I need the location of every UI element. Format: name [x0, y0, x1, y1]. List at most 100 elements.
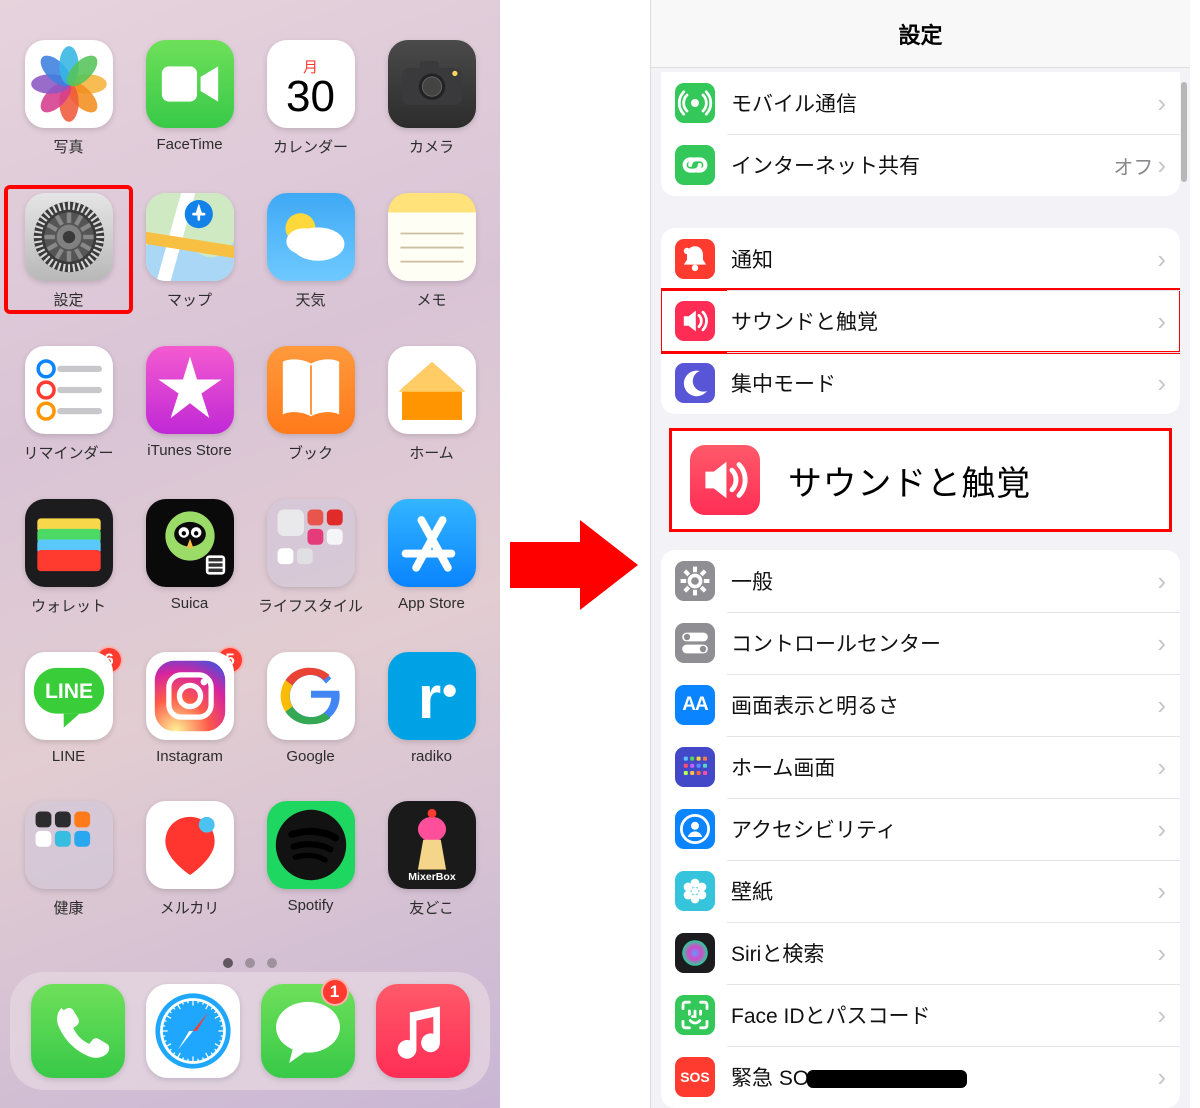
line-app[interactable]: 6LINELINE	[8, 652, 129, 765]
reminders-app[interactable]: リマインダー	[8, 346, 129, 463]
faceid-row[interactable]: Face IDとパスコード›	[661, 984, 1180, 1046]
calendar-app[interactable]: 月30カレンダー	[250, 40, 371, 157]
row-value: オフ	[1113, 151, 1153, 180]
health-folder[interactable]: 健康	[8, 801, 129, 918]
radiko-app[interactable]: rradiko	[371, 652, 492, 765]
app-label: カレンダー	[273, 136, 348, 157]
home-app[interactable]: ホーム	[371, 346, 492, 463]
lifestyle-folder[interactable]: ライフスタイル	[250, 499, 371, 616]
chevron-right-icon: ›	[1157, 150, 1166, 181]
sounds-callout: サウンドと触覚	[669, 428, 1172, 532]
weather-app-icon	[267, 193, 355, 281]
app-label: 天気	[295, 289, 325, 310]
row-label: インターネット共有	[731, 150, 1113, 180]
home-screen: 写真 FaceTime 月30カレンダーカメラ設定 マップ天気 メモリマインダー iTun…	[0, 0, 500, 1108]
row-label: 緊急 SO	[731, 1062, 1157, 1092]
app-label: FaceTime	[156, 136, 222, 153]
messages-app[interactable]: 1	[261, 984, 355, 1078]
home-screen-row[interactable]: ホーム画面›	[661, 736, 1180, 798]
chevron-right-icon: ›	[1157, 876, 1166, 907]
health-folder-icon	[25, 801, 113, 889]
camera-app-icon	[388, 40, 476, 128]
row-label: 一般	[731, 566, 1157, 596]
chevron-right-icon: ›	[1157, 244, 1166, 275]
itunes-store-app[interactable]: iTunes Store	[129, 346, 250, 463]
maps-app[interactable]: マップ	[129, 193, 250, 310]
app-label: ホーム	[409, 442, 454, 463]
safari-app-icon	[146, 984, 240, 1078]
siri-row-icon	[675, 933, 715, 973]
chevron-right-icon: ›	[1157, 88, 1166, 119]
safari-app[interactable]	[146, 984, 240, 1078]
svg-text:LINE: LINE	[44, 680, 92, 703]
siri-row[interactable]: Siriと検索›	[661, 922, 1180, 984]
appstore-app[interactable]: App Store	[371, 499, 492, 616]
maps-app-icon	[146, 193, 234, 281]
control-center-row[interactable]: コントロールセンター›	[661, 612, 1180, 674]
reminders-app-icon	[25, 346, 113, 434]
notifications-row-icon	[675, 239, 715, 279]
camera-app[interactable]: カメラ	[371, 40, 492, 157]
page-dot	[223, 958, 233, 968]
sos-row[interactable]: SOS緊急 SO›	[661, 1046, 1180, 1108]
arrow-icon	[510, 510, 640, 620]
phone-app[interactable]	[31, 984, 125, 1078]
accessibility-row[interactable]: アクセシビリティ›	[661, 798, 1180, 860]
home-app-icon	[388, 346, 476, 434]
books-app[interactable]: ブック	[250, 346, 371, 463]
spotify-app[interactable]: Spotify	[250, 801, 371, 918]
mercari-app[interactable]: メルカリ	[129, 801, 250, 918]
row-label: モバイル通信	[731, 88, 1157, 118]
wallpaper-row[interactable]: 壁紙›	[661, 860, 1180, 922]
instagram-app[interactable]: 5Instagram	[129, 652, 250, 765]
row-label: サウンドと触覚	[731, 306, 1157, 336]
chevron-right-icon: ›	[1157, 1062, 1166, 1093]
radiko-app-icon: r	[388, 652, 476, 740]
display-row[interactable]: AA画面表示と明るさ›	[661, 674, 1180, 736]
app-label: 健康	[53, 897, 83, 918]
app-label: メモ	[416, 289, 446, 310]
callout-label: サウンドと触覚	[788, 456, 1031, 505]
cellular-row[interactable]: モバイル通信›	[661, 72, 1180, 134]
mixerbox-app-icon: MixerBox	[388, 801, 476, 889]
app-label: Instagram	[156, 748, 223, 765]
google-app[interactable]: Google	[250, 652, 371, 765]
row-label: Siriと検索	[731, 938, 1157, 968]
notes-app-icon	[388, 193, 476, 281]
app-label: 設定	[53, 289, 83, 310]
lifestyle-folder-icon	[267, 499, 355, 587]
chevron-right-icon: ›	[1157, 628, 1166, 659]
app-label: 友どこ	[409, 897, 454, 918]
general-row[interactable]: 一般›	[661, 550, 1180, 612]
music-app[interactable]	[376, 984, 470, 1078]
app-label: カメラ	[409, 136, 454, 157]
badge: 1	[321, 978, 349, 1006]
app-label: LINE	[52, 748, 85, 765]
app-label: iTunes Store	[147, 442, 232, 459]
weather-app[interactable]: 天気	[250, 193, 371, 310]
speaker-icon	[690, 445, 760, 515]
app-label: Spotify	[288, 897, 334, 914]
photos-app[interactable]: 写真	[8, 40, 129, 157]
phone-app-icon	[31, 984, 125, 1078]
notes-app[interactable]: メモ	[371, 193, 492, 310]
suica-app[interactable]: Suica	[129, 499, 250, 616]
focus-row[interactable]: 集中モード›	[661, 352, 1180, 414]
chevron-right-icon: ›	[1157, 1000, 1166, 1031]
faceid-row-icon	[675, 995, 715, 1035]
photos-app-icon	[25, 40, 113, 128]
display-row-icon: AA	[675, 685, 715, 725]
settings-app[interactable]: 設定	[6, 187, 131, 312]
general-row-icon	[675, 561, 715, 601]
page-indicator[interactable]	[8, 958, 492, 968]
books-app-icon	[267, 346, 355, 434]
hotspot-row[interactable]: インターネット共有オフ›	[661, 134, 1180, 196]
settings-group: 一般›コントロールセンター›AA画面表示と明るさ›ホーム画面›アクセシビリティ›…	[661, 550, 1180, 1108]
instagram-app-icon	[146, 652, 234, 740]
mixerbox-app[interactable]: MixerBox 友どこ	[371, 801, 492, 918]
notifications-row[interactable]: 通知›	[661, 228, 1180, 290]
wallet-app[interactable]: ウォレット	[8, 499, 129, 616]
sounds-row[interactable]: サウンドと触覚›	[661, 290, 1180, 352]
scrollbar[interactable]	[1181, 82, 1187, 182]
facetime-app[interactable]: FaceTime	[129, 40, 250, 157]
